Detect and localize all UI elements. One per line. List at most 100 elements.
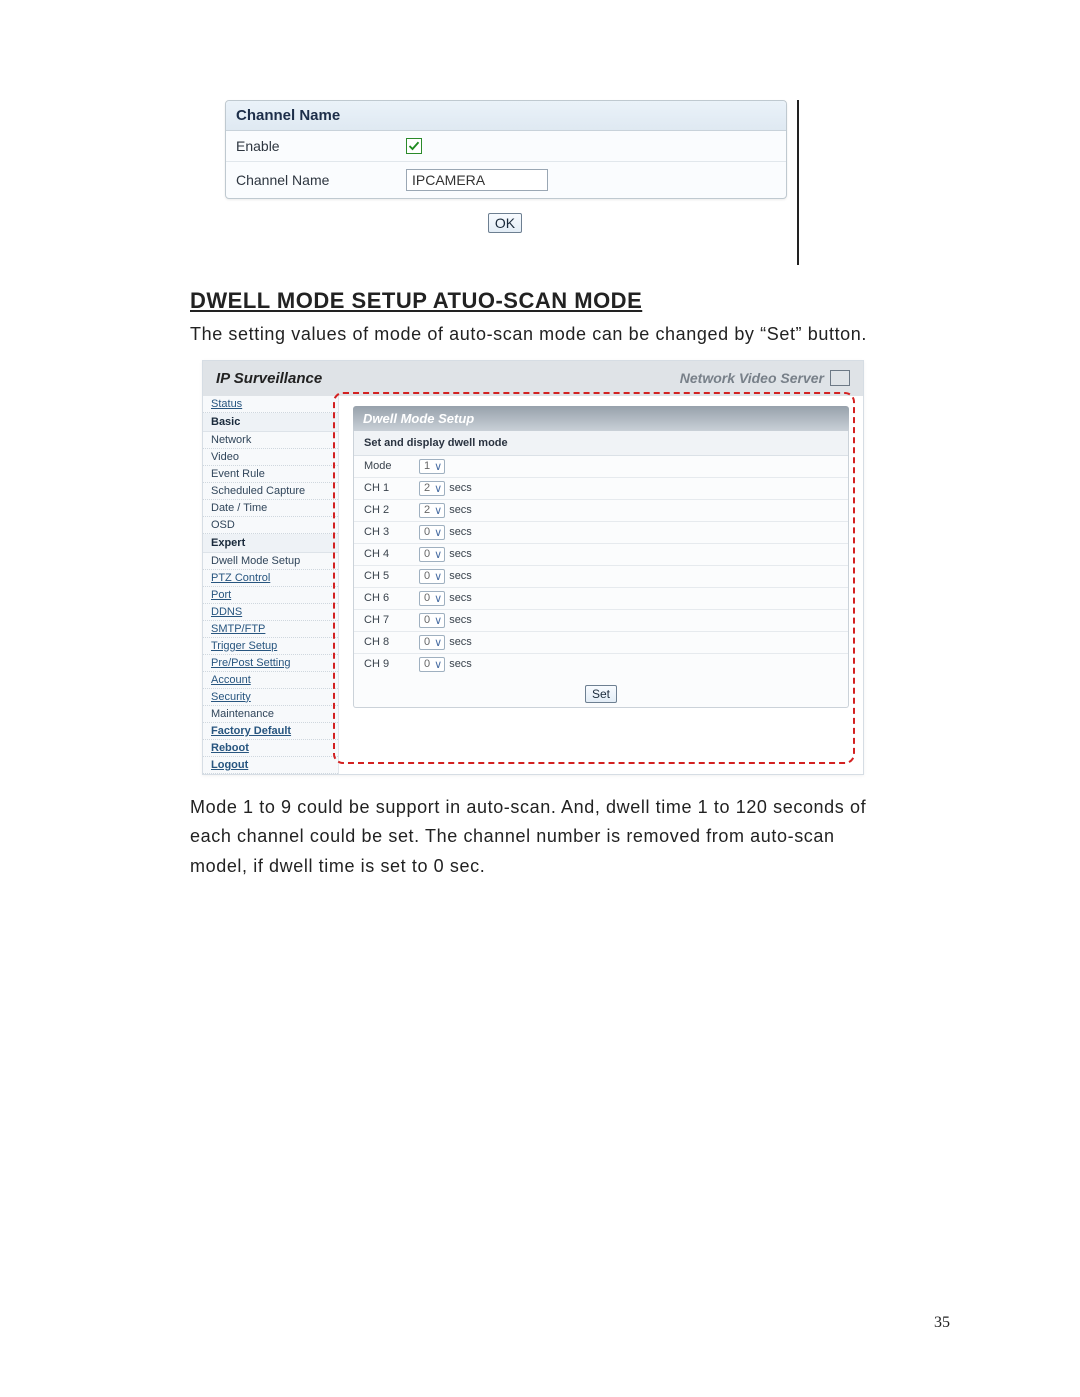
dwell-subheader: Set and display dwell mode [354, 431, 848, 456]
chevron-down-icon: ∨ [434, 504, 442, 517]
surveillance-title: IP Surveillance [216, 370, 322, 387]
row-ch8: CH 80∨secs [354, 632, 848, 654]
row-ch5: CH 50∨secs [354, 566, 848, 588]
channel-name-label: Channel Name [236, 172, 406, 188]
secs-label: secs [449, 482, 472, 494]
ch-label: CH 9 [364, 658, 419, 670]
ch-value: 0 [424, 658, 430, 670]
nvs-label: Network Video Server [680, 370, 824, 386]
check-icon [408, 140, 420, 152]
ch-value: 2 [424, 504, 430, 516]
sidebar-item-dwell-mode-setup[interactable]: Dwell Mode Setup [203, 553, 338, 570]
sidebar-item-event-rule[interactable]: Event Rule [203, 466, 338, 483]
sidebar-group-expert: Expert [203, 534, 338, 553]
ch-label: CH 4 [364, 548, 419, 560]
ok-button[interactable]: OK [488, 213, 522, 233]
channel-name-input[interactable] [406, 169, 548, 191]
row-channel-name: Channel Name [226, 162, 786, 198]
sidebar-item-status[interactable]: Status [203, 396, 338, 413]
chevron-down-icon: ∨ [434, 636, 442, 649]
ch-select[interactable]: 0∨ [419, 547, 445, 562]
vertical-divider [797, 100, 799, 265]
secs-label: secs [449, 636, 472, 648]
section-heading: DWELL MODE SETUP ATUO-SCAN MODE [190, 288, 965, 314]
chevron-down-icon: ∨ [434, 592, 442, 605]
ch-select[interactable]: 0∨ [419, 591, 445, 606]
camera-icon [830, 370, 850, 386]
sidebar-item-osd[interactable]: OSD [203, 517, 338, 534]
ch-label: CH 3 [364, 526, 419, 538]
sidebar-item-smtp-ftp[interactable]: SMTP/FTP [203, 621, 338, 638]
surveillance-topbar: IP Surveillance Network Video Server [206, 364, 860, 393]
row-ch2: CH 22∨secs [354, 500, 848, 522]
ch-select[interactable]: 0∨ [419, 569, 445, 584]
sidebar-item-reboot[interactable]: Reboot [203, 740, 338, 757]
sidebar-item-logout[interactable]: Logout [203, 757, 338, 774]
ch-value: 0 [424, 570, 430, 582]
row-ch3: CH 30∨ secs [354, 522, 848, 544]
ch-select[interactable]: 2∨ [419, 481, 445, 496]
ch-select[interactable]: 0∨ [419, 657, 445, 672]
sidebar-item-port[interactable]: Port [203, 587, 338, 604]
sidebar-group-basic: Basic [203, 413, 338, 432]
dwell-header: Dwell Mode Setup [353, 406, 849, 431]
row-ch4: CH 40∨secs [354, 544, 848, 566]
chevron-down-icon: ∨ [434, 614, 442, 627]
chevron-down-icon: ∨ [434, 658, 442, 671]
sidebar-item-security[interactable]: Security [203, 689, 338, 706]
row-mode: Mode 1 ∨ [354, 456, 848, 478]
ch-select[interactable]: 0∨ [419, 635, 445, 650]
row-ch1: CH 12∨secs [354, 478, 848, 500]
sidebar-item-ptz-control[interactable]: PTZ Control [203, 570, 338, 587]
channel-name-panel: Channel Name Enable Channel Name [225, 100, 787, 199]
sidebar-item-account[interactable]: Account [203, 672, 338, 689]
enable-label: Enable [236, 138, 406, 154]
intro-paragraph: The setting values of mode of auto-scan … [190, 320, 880, 350]
secs-label: secs [449, 570, 472, 582]
ch-label: CH 6 [364, 592, 419, 604]
chevron-down-icon: ∨ [434, 570, 442, 583]
ch-label: CH 1 [364, 482, 419, 494]
sidebar-item-factory-default[interactable]: Factory Default [203, 723, 338, 740]
page-number: 35 [934, 1314, 950, 1332]
dwell-content: Dwell Mode Setup Set and display dwell m… [339, 396, 863, 774]
mode-select[interactable]: 1 ∨ [419, 459, 445, 474]
sidebar-item-maintenance[interactable]: Maintenance [203, 706, 338, 723]
surveillance-screenshot: IP Surveillance Network Video Server Sta… [202, 360, 864, 775]
enable-checkbox[interactable] [406, 138, 422, 154]
mode-label: Mode [364, 460, 419, 472]
body-paragraph: Mode 1 to 9 could be support in auto-sca… [190, 793, 880, 882]
sidebar: Status Basic Network Video Event Rule Sc… [203, 396, 339, 774]
sidebar-item-date-time[interactable]: Date / Time [203, 500, 338, 517]
sidebar-item-video[interactable]: Video [203, 449, 338, 466]
chevron-down-icon: ∨ [434, 526, 442, 539]
ch-label: CH 7 [364, 614, 419, 626]
row-ch9: CH 90∨secs [354, 654, 848, 675]
ch-value: 0 [424, 592, 430, 604]
ch-label: CH 5 [364, 570, 419, 582]
secs-label: secs [449, 658, 472, 670]
chevron-down-icon: ∨ [434, 460, 442, 473]
secs-label: secs [449, 614, 472, 626]
sidebar-item-trigger-setup[interactable]: Trigger Setup [203, 638, 338, 655]
secs-label: secs [449, 526, 472, 538]
channel-name-header: Channel Name [226, 101, 786, 131]
sidebar-item-ddns[interactable]: DDNS [203, 604, 338, 621]
chevron-down-icon: ∨ [434, 482, 442, 495]
ch-select[interactable]: 2∨ [419, 503, 445, 518]
set-button[interactable]: Set [585, 685, 617, 703]
sidebar-item-pre-post[interactable]: Pre/Post Setting [203, 655, 338, 672]
ch-select[interactable]: 0∨ [419, 613, 445, 628]
row-enable: Enable [226, 131, 786, 162]
ch-label: CH 2 [364, 504, 419, 516]
sidebar-item-scheduled-capture[interactable]: Scheduled Capture [203, 483, 338, 500]
sidebar-item-network[interactable]: Network [203, 432, 338, 449]
ch-value: 0 [424, 636, 430, 648]
row-ch7: CH 70∨ secs [354, 610, 848, 632]
ch-select[interactable]: 0∨ [419, 525, 445, 540]
ch-value: 2 [424, 482, 430, 494]
secs-label: secs [449, 504, 472, 516]
ch-value: 0 [424, 548, 430, 560]
secs-label: secs [449, 592, 472, 604]
mode-value: 1 [424, 460, 430, 472]
